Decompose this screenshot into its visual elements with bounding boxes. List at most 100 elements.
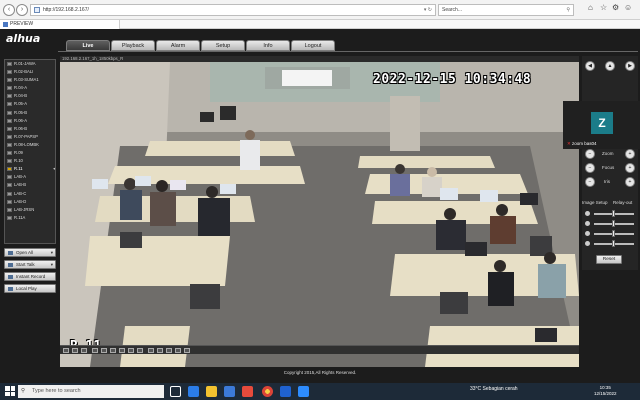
camera-icon [7, 70, 12, 75]
browser-tab[interactable]: PREVIEW [0, 20, 120, 29]
play-file-icon [8, 287, 13, 291]
channel-item[interactable]: R.04-A [5, 84, 55, 92]
zoom-app-icon[interactable] [298, 386, 309, 397]
relay-out-tab[interactable]: Relay-out [613, 200, 632, 205]
start-talk-button[interactable]: Start Talk ▾ [4, 260, 56, 269]
collapse-arrow-icon[interactable]: ◂ [53, 166, 55, 172]
record-icon [8, 275, 13, 279]
browser-search-input[interactable]: Search... ⚲ [438, 4, 574, 16]
channel-item-active[interactable]: R.11 [5, 165, 55, 173]
channel-item[interactable]: R.04-B [5, 92, 55, 100]
iris-label: Iris [604, 179, 610, 184]
camera-icon [7, 62, 12, 66]
tab-live[interactable]: Live [66, 40, 110, 51]
iris-in-icon[interactable]: + [625, 177, 635, 187]
channel-item[interactable]: R.03-SUMA1 [5, 76, 55, 84]
split-1-icon[interactable] [92, 348, 98, 353]
mail-icon[interactable] [242, 386, 253, 397]
contrast-slider[interactable] [585, 220, 635, 228]
ptz-left-icon[interactable]: ◀ [585, 61, 595, 71]
record-icon[interactable] [157, 348, 163, 353]
focus-in-icon[interactable]: + [625, 163, 635, 173]
audio-icon[interactable] [175, 348, 181, 353]
channel-item[interactable]: LAB-D [5, 198, 55, 206]
image-setup-tab[interactable]: Image Setup [582, 200, 608, 205]
edge-icon[interactable] [188, 386, 199, 397]
refresh-icon[interactable]: ▾ ↻ [424, 5, 432, 15]
zoom-participant-tile[interactable]: Z ✕ zoom bas04 [563, 101, 640, 149]
store-icon[interactable] [224, 386, 235, 397]
fluency-icon[interactable] [81, 348, 87, 353]
tab-favicon-icon [3, 22, 8, 27]
channel-item[interactable]: R.06-A [5, 117, 55, 125]
slider-handle[interactable] [612, 210, 615, 217]
task-view-icon[interactable] [170, 386, 181, 397]
camera-icon [7, 110, 12, 115]
channel-item[interactable]: LAB-JRSN [5, 206, 55, 214]
instant-record-button[interactable]: Instant Record [4, 272, 56, 281]
search-icon[interactable]: ⚲ [566, 5, 570, 15]
channel-item[interactable]: R.11A [5, 214, 55, 222]
ie-icon[interactable] [280, 386, 291, 397]
channel-item[interactable]: R.01-JAWA [5, 60, 55, 68]
gear-icon[interactable]: ⚙ [612, 3, 619, 12]
split-9-icon[interactable] [110, 348, 116, 353]
channel-list[interactable]: R.01-JAWA R.02-BALI R.03-SUMA1 R.04-A R.… [4, 59, 56, 244]
brightness-slider[interactable] [585, 210, 635, 218]
hue-slider[interactable] [585, 230, 635, 238]
open-all-button[interactable]: Open All ▾ [4, 248, 56, 257]
channel-item[interactable]: R.08-LOMBK [5, 141, 55, 149]
video-timestamp: 2022-12-15 10:34:48 [373, 72, 532, 87]
channel-item[interactable]: R.09 [5, 149, 55, 157]
back-icon[interactable]: ‹ [3, 4, 15, 16]
saturation-slider[interactable] [585, 240, 635, 248]
focus-out-icon[interactable]: − [585, 163, 595, 173]
channel-item[interactable]: LAB-A [5, 173, 55, 181]
channel-item[interactable]: R.05-B [5, 109, 55, 117]
iris-out-icon[interactable]: − [585, 177, 595, 187]
tab-alarm[interactable]: Alarm [156, 40, 200, 51]
address-bar[interactable]: http://192.168.2.167/ ▾ ↻ [30, 4, 436, 16]
split-36-icon[interactable] [137, 348, 143, 353]
fullscreen-icon[interactable] [63, 348, 69, 353]
ptz-right-icon[interactable]: ▶ [625, 61, 635, 71]
channel-item[interactable]: LAB-C [5, 190, 55, 198]
slider-handle[interactable] [612, 220, 615, 227]
windows-start-icon[interactable] [5, 386, 15, 396]
tab-logout[interactable]: Logout [291, 40, 335, 51]
file-explorer-icon[interactable] [206, 386, 217, 397]
weather-widget[interactable]: 33°C Sebagian cerah [470, 386, 518, 392]
zoom-in-icon[interactable]: + [625, 149, 635, 159]
channel-item[interactable]: R.07-PAPSP [5, 133, 55, 141]
channel-item[interactable]: R.02-BALI [5, 68, 55, 76]
channel-item[interactable]: LAB-B [5, 181, 55, 189]
tab-playback[interactable]: Playback [111, 40, 155, 51]
clock[interactable]: 10:35 12/15/2022 [594, 385, 617, 397]
channel-item[interactable]: R.06-B [5, 125, 55, 133]
taskbar-search-input[interactable]: ⚲ Type here to search [18, 385, 164, 398]
snapshot-icon[interactable] [148, 348, 154, 353]
ptz-up-icon[interactable]: ▲ [605, 61, 615, 71]
slider-handle[interactable] [612, 230, 615, 237]
close-video-icon[interactable] [184, 348, 190, 353]
forward-icon[interactable]: › [16, 4, 28, 16]
reset-button[interactable]: Reset [596, 255, 622, 264]
zoom-out-icon[interactable]: − [585, 149, 595, 159]
split-25-icon[interactable] [128, 348, 134, 353]
split-16-icon[interactable] [119, 348, 125, 353]
zoom-icon[interactable] [166, 348, 172, 353]
chrome-icon[interactable] [262, 386, 273, 397]
tab-info[interactable]: Info [246, 40, 290, 51]
smiley-icon[interactable]: ☺ [624, 3, 632, 12]
hue-icon [585, 231, 590, 236]
slider-handle[interactable] [612, 240, 615, 247]
home-icon[interactable]: ⌂ [588, 3, 593, 12]
tab-setup[interactable]: Setup [201, 40, 245, 51]
ratio-icon[interactable] [72, 348, 78, 353]
split-4-icon[interactable] [101, 348, 107, 353]
channel-item[interactable]: R.10 [5, 157, 55, 165]
live-video[interactable]: 192.168.2.167_1h_1850kbps_R 2022-12-15 1… [60, 56, 579, 367]
channel-item[interactable]: R.05-A [5, 100, 55, 108]
local-play-button[interactable]: Local Play [4, 284, 56, 293]
star-icon[interactable]: ☆ [600, 3, 607, 12]
